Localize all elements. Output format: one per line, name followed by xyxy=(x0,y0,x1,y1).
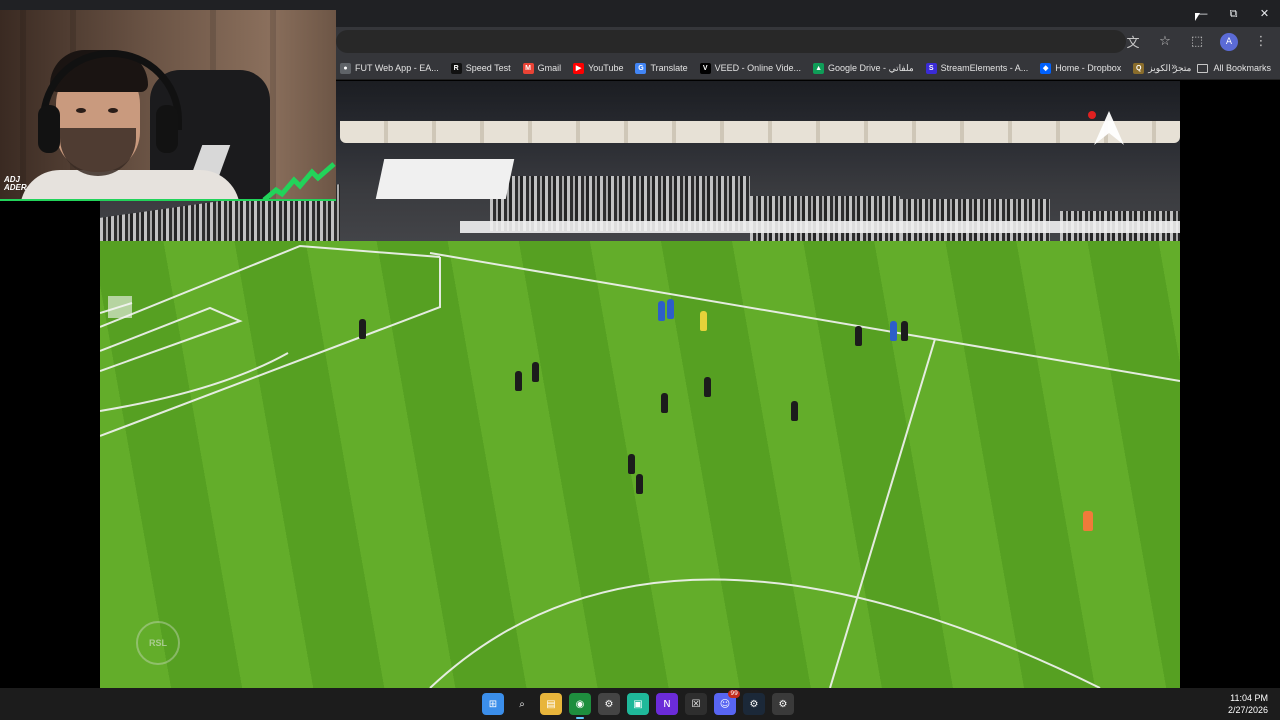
bookmark-item[interactable]: ▶ YouTube xyxy=(573,62,624,74)
league-badge: RSL xyxy=(136,621,180,665)
channel-logo: ADJ ADER xyxy=(4,175,27,192)
bookmark-item[interactable]: ▲ Google Drive - ملفاتي xyxy=(813,62,914,74)
curtain-fold xyxy=(20,10,26,201)
player-blue xyxy=(890,321,897,341)
address-bar[interactable] xyxy=(336,30,1126,53)
bookmark-item[interactable]: G Translate xyxy=(635,62,688,74)
clock-time: 11:04 PM xyxy=(1230,693,1268,703)
veed-icon: V xyxy=(699,62,711,74)
halfway-line xyxy=(829,338,936,688)
bookmark-label: Gmail xyxy=(537,63,562,73)
profile-initial: A xyxy=(1220,32,1238,51)
folder-icon xyxy=(1197,63,1209,73)
goal-net xyxy=(108,296,132,318)
app-7-icon[interactable]: N xyxy=(656,693,678,715)
player-dark xyxy=(359,319,366,339)
steam-icon[interactable]: ⚙ xyxy=(743,693,765,715)
player-dark xyxy=(628,454,635,474)
bookmark-label: متجر الكويز xyxy=(1148,62,1192,73)
bookmark-label: YouTube xyxy=(588,63,624,73)
bookmark-label: FUT Web App - EA... xyxy=(355,63,439,73)
settings-icon[interactable]: ⚙ xyxy=(772,693,794,715)
bookmark-item[interactable]: S StreamElements - A... xyxy=(925,62,1029,74)
bookmark-item[interactable]: M Gmail xyxy=(522,62,562,74)
bookmark-item[interactable]: Q متجر الكويز xyxy=(1133,62,1192,74)
player-blue xyxy=(658,301,665,321)
penalty-box-line xyxy=(100,257,441,437)
system-clock[interactable]: 11:04 PM 2/27/2026 xyxy=(1228,692,1268,716)
bookmark-item[interactable]: ● FUT Web App - EA... xyxy=(340,62,439,74)
profile-avatar[interactable]: A xyxy=(1218,31,1240,53)
bookmark-label: Google Drive - ملفاتي xyxy=(828,62,914,73)
start-button-icon[interactable]: ⊞ xyxy=(482,693,504,715)
all-bookmarks-label: All Bookmarks xyxy=(1213,63,1271,73)
bookmark-item[interactable]: R Speed Test xyxy=(450,62,511,74)
streamelements-icon: S xyxy=(925,62,937,74)
close-button[interactable]: ✕ xyxy=(1249,0,1280,27)
headset-cup xyxy=(156,105,178,153)
goalkeeper-yellow xyxy=(700,311,707,331)
dropbox-icon: ◆ xyxy=(1040,62,1052,74)
player-dark xyxy=(532,362,539,382)
extensions-icon[interactable]: ⬚ xyxy=(1186,31,1208,53)
streamer-shirt xyxy=(20,170,240,201)
bookmark-label: VEED - Online Vide... xyxy=(714,63,802,73)
toolbar-actions: 文 ☆ ⬚ A ⋮ xyxy=(1122,27,1272,56)
mouse-cursor xyxy=(1195,13,1200,21)
drive-icon: ▲ xyxy=(813,62,825,74)
globe-icon: ● xyxy=(340,62,351,74)
player-dark xyxy=(901,321,908,341)
bookmark-item[interactable]: V VEED - Online Vide... xyxy=(699,62,802,74)
clock-date: 2/27/2026 xyxy=(1227,705,1268,715)
webcam-overlay: ADJ ADER xyxy=(0,10,336,201)
goalkeeper-orange xyxy=(1083,511,1093,531)
translate-icon[interactable]: 文 xyxy=(1122,31,1144,53)
player-dark xyxy=(791,401,798,421)
player-dark xyxy=(704,377,711,397)
all-bookmarks-button[interactable]: All Bookmarks xyxy=(1197,56,1271,80)
headset-cup xyxy=(38,105,60,153)
trend-graphic xyxy=(262,162,336,201)
speedtest-icon: R xyxy=(450,62,462,74)
windows-taskbar: ⊞ ⌕ ▤ ◉ ⚙ ▣ N ☒ ☺ 99 ⚙ ⚙ 11:04 PM 2/27/2026 xyxy=(0,688,1280,720)
bookmark-label: Home - Dropbox xyxy=(1055,63,1122,73)
center-circle xyxy=(429,578,1101,688)
bookmark-label: Translate xyxy=(650,63,688,73)
player-dark xyxy=(515,371,522,391)
desktop: — ⧉ ✕ 文 ☆ ⬚ A ⋮ ● FUT Web App - EA... R Spe… xyxy=(0,0,1280,720)
player-dark xyxy=(636,474,643,494)
translate-icon: G xyxy=(635,62,647,74)
touchline xyxy=(429,252,1180,382)
minimize-button[interactable]: — xyxy=(1187,0,1218,27)
youtube-icon: ▶ xyxy=(573,62,585,74)
bookmark-list: ● FUT Web App - EA... R Speed Test M Gmail ▶ Yo… xyxy=(340,56,1191,80)
player-blue xyxy=(667,299,674,319)
store-icon: Q xyxy=(1133,62,1145,74)
player-dark xyxy=(661,393,668,413)
app-5-icon[interactable]: ⚙ xyxy=(598,693,620,715)
bookmark-star-icon[interactable]: ☆ xyxy=(1154,31,1176,53)
app-6-icon[interactable]: ▣ xyxy=(627,693,649,715)
chrome-icon[interactable]: ◉ xyxy=(569,693,591,719)
menu-kebab-icon[interactable]: ⋮ xyxy=(1250,31,1272,53)
restore-button[interactable]: ⧉ xyxy=(1218,0,1249,27)
bookmark-item[interactable]: ◆ Home - Dropbox xyxy=(1040,62,1122,74)
search-button-icon[interactable]: ⌕ xyxy=(511,693,533,715)
file-explorer-icon[interactable]: ▤ xyxy=(540,693,562,715)
bookmark-label: StreamElements - A... xyxy=(940,63,1029,73)
gmail-icon: M xyxy=(522,62,534,74)
player-dark xyxy=(855,326,862,346)
broadcaster-logo xyxy=(1094,111,1124,145)
taskbar-apps: ⊞ ⌕ ▤ ◉ ⚙ ▣ N ☒ ☺ 99 ⚙ ⚙ xyxy=(482,690,794,719)
overlay-accent-line xyxy=(0,199,336,201)
notification-badge: 99 xyxy=(728,690,740,698)
app-8-icon[interactable]: ☒ xyxy=(685,693,707,715)
bookmark-label: Speed Test xyxy=(465,63,511,73)
penalty-area-line xyxy=(100,244,441,328)
window-controls: — ⧉ ✕ xyxy=(1187,0,1280,27)
discord-icon[interactable]: ☺ 99 xyxy=(714,690,740,715)
bookmarks-overflow-icon[interactable]: » xyxy=(1171,60,1178,73)
